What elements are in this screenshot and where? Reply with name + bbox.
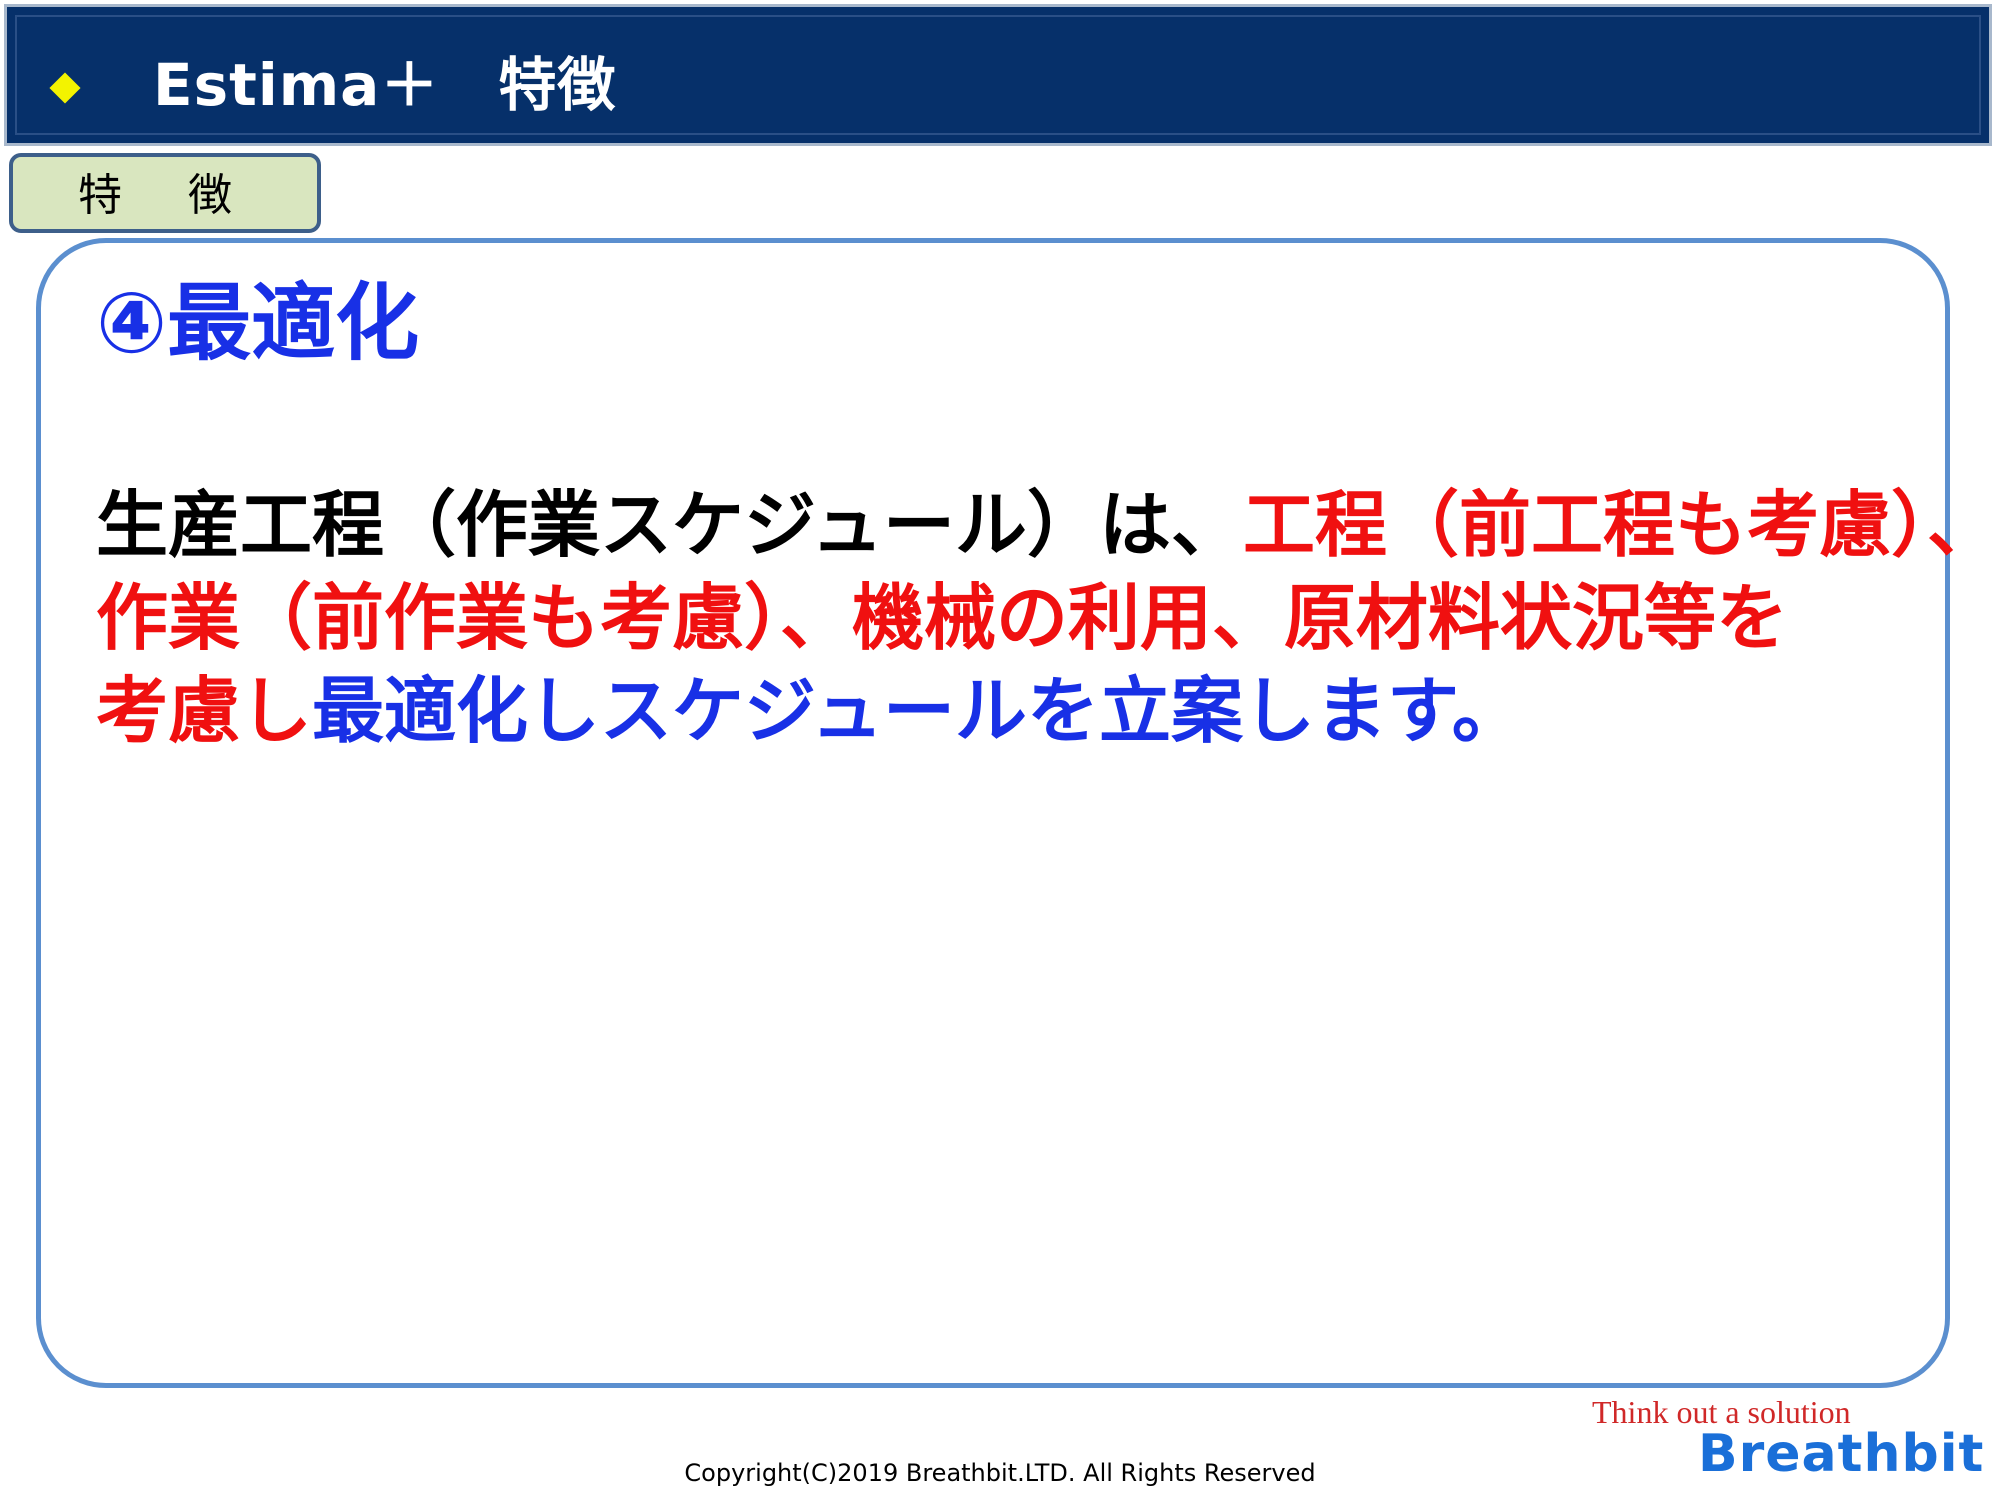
content-panel: ④最適化 生産工程（作業スケジュール）は、工程（前工程も考慮）、 作業（前作業も… [36, 238, 1999, 1388]
section-tab-label: 特 徴 [78, 170, 258, 221]
body-line-3: 考慮し最適化しスケジュールを立案します。 [96, 665, 1936, 758]
body-line-2: 作業（前作業も考慮）、機械の利用、原材料状況等を [96, 572, 1936, 665]
body-text-red: 工程（前工程も考慮）、 [1242, 483, 1999, 567]
body-text-red: 作業（前作業も考慮）、機械の利用、原材料状況等を [96, 576, 1789, 660]
body-text-red: 考慮し [96, 669, 313, 753]
copyright-notice: Copyright(C)2019 Breathbit.LTD. All Righ… [684, 1459, 1316, 1487]
slide-page: Estima＋ 特徴 特 徴 ④最適化 生産工程（作業スケジュール）は、工程（前… [0, 0, 2000, 1500]
body-paragraph: 生産工程（作業スケジュール）は、工程（前工程も考慮）、 作業（前作業も考慮）、機… [96, 479, 1999, 758]
body-line-1: 生産工程（作業スケジュール）は、工程（前工程も考慮）、 [96, 479, 1999, 572]
section-heading: ④最適化 [96, 274, 420, 372]
body-text-blue: 最適化しスケジュールを立案します。 [312, 669, 1524, 753]
section-tab: 特 徴 [9, 153, 321, 233]
slide-title: Estima＋ 特徴 [153, 51, 617, 119]
title-bar: Estima＋ 特徴 [4, 4, 1992, 146]
body-text-black: 生産工程（作業スケジュール）は、 [96, 483, 1243, 567]
